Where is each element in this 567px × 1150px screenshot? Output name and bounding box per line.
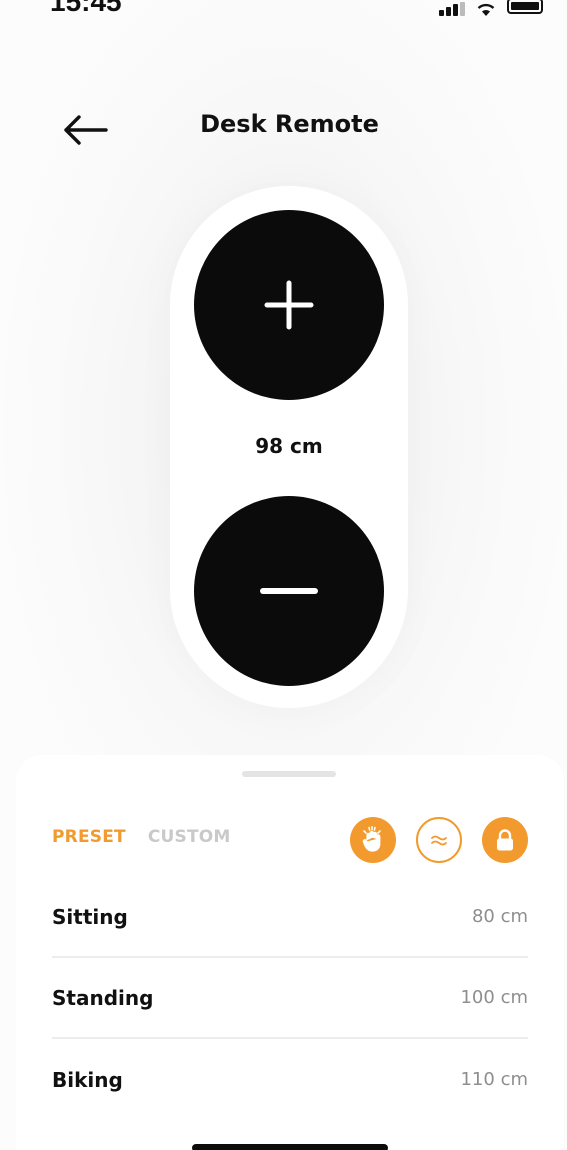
current-height: 98 cm: [255, 434, 323, 458]
preset-name: Standing: [52, 985, 154, 1010]
wifi-icon: [475, 0, 497, 18]
mode-icons: [350, 817, 528, 863]
preset-sheet: PRESET CUSTOM Sitting 80 cm Standing 100…: [16, 755, 564, 1150]
preset-height: 110 cm: [460, 1069, 528, 1090]
page-title: Desk Remote: [200, 110, 379, 138]
signal-icon: [439, 0, 465, 18]
lower-desk-button[interactable]: [194, 496, 384, 686]
remote-control-panel: 98 cm: [170, 186, 408, 708]
tab-preset[interactable]: PRESET: [52, 827, 126, 847]
preset-row-sitting[interactable]: Sitting 80 cm: [52, 877, 528, 958]
preset-height: 80 cm: [471, 906, 528, 927]
preset-list: Sitting 80 cm Standing 100 cm Biking 110…: [52, 877, 528, 1120]
tab-custom[interactable]: CUSTOM: [148, 827, 231, 847]
preset-name: Biking: [52, 1067, 123, 1092]
preset-height: 100 cm: [460, 987, 528, 1008]
header: Desk Remote: [0, 110, 567, 150]
preset-row-biking[interactable]: Biking 110 cm: [52, 1039, 528, 1120]
home-indicator[interactable]: [192, 1144, 388, 1150]
status-icons: [439, 0, 543, 18]
waves-button[interactable]: [416, 817, 462, 863]
preset-row-standing[interactable]: Standing 100 cm: [52, 958, 528, 1039]
status-time: 15:45: [50, 0, 122, 17]
minus-icon: [260, 588, 318, 594]
raise-desk-button[interactable]: [194, 210, 384, 400]
sheet-drag-handle[interactable]: [242, 771, 336, 777]
status-bar: 15:45: [0, 0, 567, 26]
waves-icon: [431, 835, 447, 846]
preset-name: Sitting: [52, 904, 128, 929]
plus-icon: [264, 280, 314, 330]
hand-wave-icon: [362, 826, 381, 852]
battery-icon: [507, 0, 543, 14]
lock-icon: [497, 829, 513, 851]
hand-wave-button[interactable]: [350, 817, 396, 863]
preset-tabs: PRESET CUSTOM: [52, 827, 231, 847]
lock-button[interactable]: [482, 817, 528, 863]
